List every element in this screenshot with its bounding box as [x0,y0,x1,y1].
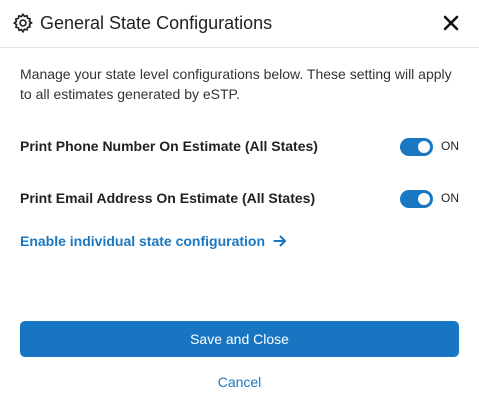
dialog-description: Manage your state level configurations b… [20,66,452,102]
link-label: Enable individual state configuration [20,233,266,249]
state-config-dialog: General State Configurations Manage your… [0,0,479,406]
phone-toggle[interactable] [400,138,433,156]
dialog-header: General State Configurations [0,0,479,48]
toggle-knob [418,141,430,153]
setting-row-phone: Print Phone Number On Estimate (All Stat… [20,136,460,158]
cancel-link[interactable]: Cancel [0,374,479,390]
setting-label-phone: Print Phone Number On Estimate (All Stat… [20,138,318,154]
phone-toggle-state: ON [441,139,459,153]
gear-icon [12,12,33,34]
save-and-close-button[interactable]: Save and Close [20,321,459,357]
setting-row-email: Print Email Address On Estimate (All Sta… [20,188,460,210]
setting-label-email: Print Email Address On Estimate (All Sta… [20,190,316,206]
arrow-right-icon [273,235,287,247]
email-toggle[interactable] [400,190,433,208]
close-icon[interactable] [441,13,461,33]
toggle-knob [418,193,430,205]
dialog-title: General State Configurations [40,13,273,33]
enable-individual-state-link[interactable]: Enable individual state configuration [20,233,287,249]
email-toggle-state: ON [441,191,459,205]
